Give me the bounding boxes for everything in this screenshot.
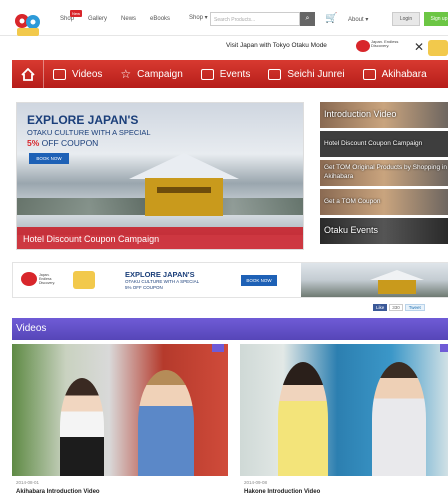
video-thumbnail[interactable] xyxy=(12,344,228,476)
menu-item-label: Campaign xyxy=(137,68,183,80)
hero-coupon: 5% OFF COUPON xyxy=(27,138,98,148)
menu-item-events[interactable]: Events xyxy=(192,68,260,80)
hero-caption: Hotel Discount Coupon Campaign xyxy=(23,234,160,244)
menu-item-label: Akihabara xyxy=(381,68,427,80)
side-item-label: Hotel Discount Coupon Campaign xyxy=(324,140,423,147)
video-icon xyxy=(212,344,224,352)
tom-logo xyxy=(73,271,95,289)
login-button[interactable]: Login xyxy=(392,12,420,26)
video-title[interactable]: Hakone Introduction Video xyxy=(244,489,320,495)
video-date: 2014-09-08 xyxy=(244,480,268,485)
hero-banner[interactable]: EXPLORE JAPAN'S OTAKU CULTURE WITH A SPE… xyxy=(16,102,304,250)
new-badge: New xyxy=(70,10,83,17)
banner-title: EXPLORE JAPAN'S xyxy=(125,270,195,279)
home-icon xyxy=(20,67,35,81)
menu-item-campaign[interactable]: ☆ Campaign xyxy=(111,67,191,81)
main-menu: Videos ☆ Campaign Events Seichi Junrei A… xyxy=(12,60,448,88)
nav-ebooks[interactable]: eBooks xyxy=(150,16,170,22)
videos-heading: Videos xyxy=(16,323,47,334)
mascot-icon xyxy=(428,40,448,56)
tweet-button[interactable]: Tweet xyxy=(404,304,425,311)
banner-coupon: 5% OFF COUPON xyxy=(125,285,163,290)
person-left xyxy=(278,362,328,476)
top-bar: Shop Gallery News eBooks New Shop ▾ Sear… xyxy=(0,0,448,36)
video-card[interactable]: 2014-09-08 Hakone Introduction Video xyxy=(240,344,448,498)
japan-logo xyxy=(356,40,370,52)
side-item-label: Otaku Events xyxy=(324,225,379,235)
coupon-percent: 5% xyxy=(27,138,40,148)
person-right xyxy=(138,370,194,476)
side-item-label: Get a TOM Coupon xyxy=(324,198,381,205)
video-date: 2014-08-01 xyxy=(16,480,40,485)
video-icon xyxy=(440,344,448,352)
calendar-icon xyxy=(200,68,214,80)
hero-subtitle: OTAKU CULTURE WITH A SPECIAL xyxy=(27,128,151,137)
facebook-like-button[interactable]: Like xyxy=(373,304,388,311)
signup-button[interactable]: Sign up xyxy=(424,12,448,26)
menu-item-label: Videos xyxy=(72,68,103,80)
star-icon: ☆ xyxy=(120,67,132,81)
coupon-text: OFF COUPON xyxy=(39,138,99,148)
search-icon: ⌕ xyxy=(305,15,310,22)
akihabara-icon xyxy=(362,68,376,80)
japan-logo xyxy=(21,272,37,286)
temple-roof xyxy=(129,153,239,179)
shop-dropdown[interactable]: Shop ▾ xyxy=(189,14,208,21)
hero-title: EXPLORE JAPAN'S xyxy=(27,113,139,127)
social-buttons: Like 330 Tweet xyxy=(373,304,425,311)
nav-news[interactable]: News xyxy=(121,16,136,22)
banner-image xyxy=(301,263,448,297)
visit-japan-text[interactable]: Visit Japan with Tokyo Otaku Mode xyxy=(226,42,327,49)
map-icon xyxy=(268,68,282,80)
side-item-label: Introduction Video xyxy=(324,109,397,119)
search-button[interactable]: ⌕ xyxy=(300,12,315,26)
japan-logo-text: Japan. Endless Discovery. xyxy=(39,273,56,285)
temple-body xyxy=(145,178,223,216)
visit-japan-strip: Visit Japan with Tokyo Otaku Mode Japan.… xyxy=(0,36,448,58)
cart-icon[interactable]: 🛒 xyxy=(325,13,337,24)
like-count: 330 xyxy=(389,304,403,311)
videos-section-header: Videos xyxy=(12,318,448,340)
hero-caption-bar: Hotel Discount Coupon Campaign xyxy=(17,227,303,249)
banner-subtitle: OTAKU CULTURE WITH A SPECIAL xyxy=(125,279,200,284)
side-item-introduction-video[interactable]: Introduction Video xyxy=(320,102,448,128)
menu-item-akihabara[interactable]: Akihabara xyxy=(354,68,436,80)
film-icon xyxy=(53,68,66,80)
video-thumbnail[interactable] xyxy=(240,344,448,476)
video-title[interactable]: Akihabara Introduction Video xyxy=(16,489,100,495)
search-input[interactable]: Search Products... xyxy=(210,12,300,26)
close-icon[interactable]: ✕ xyxy=(414,40,424,54)
menu-item-seichi-junrei[interactable]: Seichi Junrei xyxy=(259,68,353,80)
menu-item-label: Seichi Junrei xyxy=(287,68,345,80)
tokyo-otaku-mode-logo[interactable] xyxy=(13,12,43,38)
side-item-tom-products[interactable]: Get TOM Original Products by Shopping in… xyxy=(320,160,448,186)
about-dropdown[interactable]: About ▾ xyxy=(348,16,368,23)
book-now-button[interactable]: BOOK NOW xyxy=(29,153,69,164)
person-left xyxy=(60,378,104,476)
temple-window xyxy=(157,187,211,193)
menu-item-label: Events xyxy=(219,68,251,80)
menu-item-videos[interactable]: Videos xyxy=(44,68,111,80)
person-right xyxy=(372,362,426,476)
banner-book-now-button[interactable]: BOOK NOW xyxy=(241,275,277,286)
side-item-tom-coupon[interactable]: Get a TOM Coupon xyxy=(320,189,448,215)
side-item-hotel-coupon[interactable]: Hotel Discount Coupon Campaign xyxy=(320,131,448,157)
banner-temple-body xyxy=(378,280,416,294)
side-item-otaku-events[interactable]: Otaku Events xyxy=(320,218,448,244)
video-card[interactable]: 2014-08-01 Akihabara Introduction Video xyxy=(12,344,228,498)
nav-gallery[interactable]: Gallery xyxy=(88,16,107,22)
home-button[interactable] xyxy=(12,60,44,88)
japan-logo-text: Japan. Endless Discovery. xyxy=(371,39,399,48)
side-thumbnails: Introduction Video Hotel Discount Coupon… xyxy=(320,102,448,247)
side-item-label: Get TOM Original Products by Shopping in… xyxy=(324,164,447,180)
